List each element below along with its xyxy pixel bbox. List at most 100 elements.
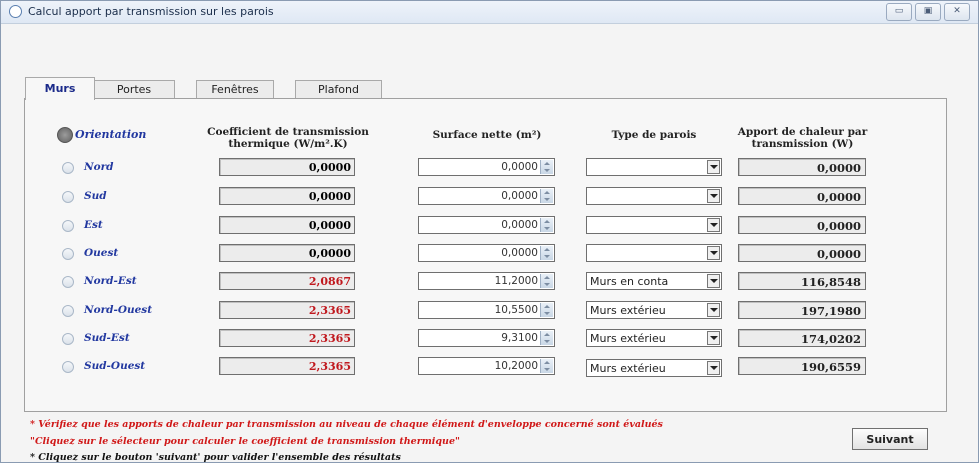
title-bar: Calcul apport par transmission sur les p…: [1, 1, 978, 24]
surface-value-nord: 0,0000: [501, 161, 538, 173]
surface-header: Surface nette (m²): [432, 129, 542, 141]
radio-nord[interactable]: [62, 162, 74, 174]
radio-sud-est[interactable]: [62, 333, 74, 345]
tab-murs[interactable]: Murs: [25, 77, 95, 100]
surface-sud-est[interactable]: 9,3100: [418, 329, 555, 347]
spin-icon[interactable]: [540, 246, 553, 260]
label-nord-est: Nord-Est: [84, 275, 137, 287]
type-value-nord-ouest: Murs extérieu: [590, 304, 666, 317]
dropdown-arrow-icon[interactable]: [707, 361, 720, 375]
spin-icon[interactable]: [540, 331, 553, 345]
note-selector: "Cliquez sur le sélecteur pour calculer …: [30, 436, 460, 447]
label-nord: Nord: [84, 161, 114, 173]
coefficient-header-line1: Coefficient de transmission: [207, 126, 369, 138]
label-sud: Sud: [84, 190, 107, 202]
surface-value-ouest: 0,0000: [501, 247, 538, 259]
spin-icon[interactable]: [540, 303, 553, 317]
app-icon: [9, 5, 22, 18]
surface-nord-ouest[interactable]: 10,5500: [418, 301, 555, 319]
apport-header-line2: transmission (W): [751, 138, 854, 150]
surface-value-nord-ouest: 10,5500: [494, 304, 538, 316]
row-sud: Sud 0,0000 0,0000 0,0000: [0, 187, 979, 209]
apport-est: 0,0000: [738, 216, 866, 234]
spin-icon[interactable]: [540, 160, 553, 174]
dropdown-arrow-icon[interactable]: [707, 218, 720, 232]
coef-sud-est: 2,3365: [219, 329, 355, 347]
coef-ouest: 0,0000: [219, 244, 355, 262]
tab-portes[interactable]: Portes: [93, 80, 175, 99]
tab-plafond[interactable]: Plafond: [295, 80, 382, 99]
type-ouest[interactable]: [586, 244, 722, 262]
apport-sud-ouest: 190,6559: [738, 357, 866, 375]
orientation-header: Orientation: [75, 128, 147, 141]
spin-icon[interactable]: [540, 359, 553, 373]
note-verify: * Vérifiez que les apports de chaleur pa…: [30, 419, 663, 430]
label-nord-ouest: Nord-Ouest: [84, 304, 153, 316]
window-title: Calcul apport par transmission sur les p…: [28, 5, 274, 18]
apport-nord-est: 116,8548: [738, 272, 866, 290]
apport-sud: 0,0000: [738, 187, 866, 205]
row-sud-est: Sud-Est 2,3365 9,3100 Murs extérieu 174,…: [0, 329, 979, 351]
radio-est[interactable]: [62, 220, 74, 232]
type-est[interactable]: [586, 216, 722, 234]
type-nord[interactable]: [586, 158, 722, 176]
orientation-radio[interactable]: [57, 127, 73, 143]
radio-ouest[interactable]: [62, 248, 74, 260]
label-sud-est: Sud-Est: [84, 332, 130, 344]
type-sud-est[interactable]: Murs extérieu: [586, 329, 722, 347]
spin-icon[interactable]: [540, 218, 553, 232]
radio-sud-ouest[interactable]: [62, 361, 74, 373]
type-value-sud-ouest: Murs extérieu: [590, 362, 666, 375]
coefficient-header-line2: thermique (W/m².K): [228, 138, 348, 150]
spin-icon[interactable]: [540, 274, 553, 288]
surface-value-sud: 0,0000: [501, 190, 538, 202]
row-nord: Nord 0,0000 0,0000 0,0000: [0, 158, 979, 180]
dropdown-arrow-icon[interactable]: [707, 303, 720, 317]
type-sud[interactable]: [586, 187, 722, 205]
apport-ouest: 0,0000: [738, 244, 866, 262]
apport-nord: 0,0000: [738, 158, 866, 176]
surface-ouest[interactable]: 0,0000: [418, 244, 555, 262]
coef-sud-ouest: 2,3365: [219, 357, 355, 375]
apport-sud-est: 174,0202: [738, 329, 866, 347]
radio-nord-est[interactable]: [62, 276, 74, 288]
row-est: Est 0,0000 0,0000 0,0000: [0, 216, 979, 238]
row-sud-ouest: Sud-Ouest 2,3365 10,2000 Murs extérieu 1…: [0, 357, 979, 379]
surface-sud-ouest[interactable]: 10,2000: [418, 357, 555, 375]
dropdown-arrow-icon[interactable]: [707, 246, 720, 260]
dropdown-arrow-icon[interactable]: [707, 331, 720, 345]
dropdown-arrow-icon[interactable]: [707, 274, 720, 288]
close-button[interactable]: ✕: [944, 3, 970, 21]
coefficient-header: Coefficient de transmission thermique (W…: [196, 126, 380, 150]
note-next: * Cliquez sur le bouton 'suivant' pour v…: [30, 452, 401, 463]
type-sud-ouest[interactable]: Murs extérieu: [586, 359, 722, 377]
spin-icon[interactable]: [540, 189, 553, 203]
tab-fenetres[interactable]: Fenêtres: [196, 80, 274, 99]
label-ouest: Ouest: [84, 247, 119, 259]
dropdown-arrow-icon[interactable]: [707, 189, 720, 203]
surface-est[interactable]: 0,0000: [418, 216, 555, 234]
minimize-button[interactable]: ▭: [886, 3, 912, 21]
type-nord-est[interactable]: Murs en conta: [586, 272, 722, 290]
surface-nord[interactable]: 0,0000: [418, 158, 555, 176]
window-controls: ▭ ▣ ✕: [883, 3, 970, 21]
type-nord-ouest[interactable]: Murs extérieu: [586, 301, 722, 319]
surface-value-nord-est: 11,2000: [494, 275, 538, 287]
dropdown-arrow-icon[interactable]: [707, 160, 720, 174]
radio-sud[interactable]: [62, 191, 74, 203]
label-est: Est: [84, 219, 103, 231]
row-nord-est: Nord-Est 2,0867 11,2000 Murs en conta 11…: [0, 272, 979, 294]
apport-header-line1: Apport de chaleur par: [737, 126, 868, 138]
type-value-sud-est: Murs extérieu: [590, 332, 666, 345]
radio-nord-ouest[interactable]: [62, 305, 74, 317]
surface-value-est: 0,0000: [501, 219, 538, 231]
label-sud-ouest: Sud-Ouest: [84, 360, 146, 372]
next-button[interactable]: Suivant: [852, 428, 928, 450]
maximize-button[interactable]: ▣: [915, 3, 941, 21]
surface-nord-est[interactable]: 11,2000: [418, 272, 555, 290]
coef-nord-est: 2,0867: [219, 272, 355, 290]
apport-header: Apport de chaleur par transmission (W): [720, 126, 885, 150]
surface-sud[interactable]: 0,0000: [418, 187, 555, 205]
row-ouest: Ouest 0,0000 0,0000 0,0000: [0, 244, 979, 266]
apport-nord-ouest: 197,1980: [738, 301, 866, 319]
